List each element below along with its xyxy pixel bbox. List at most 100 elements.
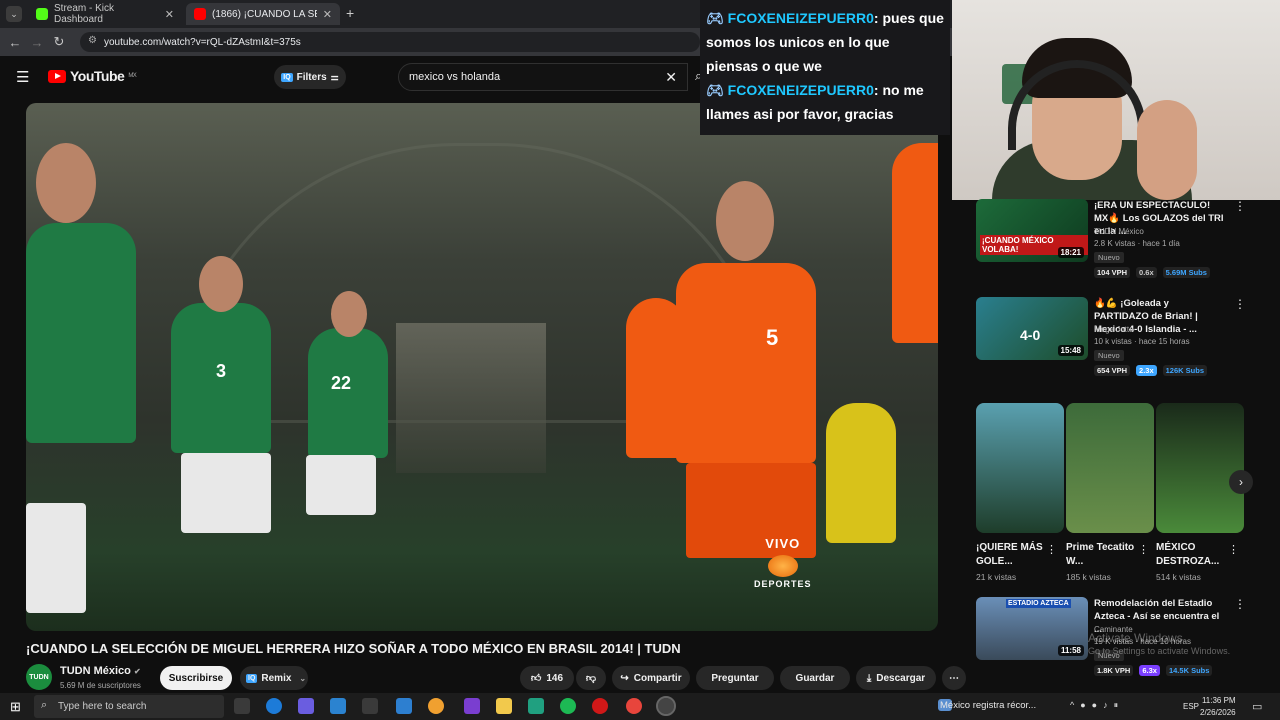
new-tab-button[interactable]: + [346, 5, 354, 21]
related-channel[interactable]: Mega Jotta [1094, 325, 1134, 334]
short-title[interactable]: MÉXICO DESTROZA... [1156, 541, 1236, 569]
search-icon: ⌕ [41, 699, 48, 711]
app-icon[interactable] [528, 698, 544, 714]
channel-avatar[interactable]: TUDN [26, 664, 52, 690]
close-icon[interactable]: ✕ [165, 8, 174, 21]
back-icon[interactable]: ← [4, 35, 26, 50]
more-icon[interactable]: ⋮ [1234, 297, 1246, 311]
video-thumbnail[interactable]: 4-0 15:48 [976, 297, 1088, 360]
more-icon[interactable]: ⋮ [1138, 543, 1149, 556]
ask-button[interactable]: Preguntar [696, 666, 774, 690]
close-icon[interactable]: ✕ [323, 8, 332, 21]
language-indicator[interactable]: ESP [1183, 702, 1199, 711]
menu-icon[interactable]: ☰ [16, 68, 29, 86]
jersey-number: 5 [766, 325, 779, 350]
edge-icon[interactable] [266, 698, 282, 714]
kick-icon [36, 8, 48, 20]
opera-icon[interactable] [592, 698, 608, 714]
taskbar-search-placeholder: Type here to search [58, 701, 147, 712]
jersey-number: 3 [216, 361, 227, 381]
related-video[interactable]: ¡CUANDO MÉXICO VOLABA! 18:21 ¡ERA UN ESP… [976, 199, 1266, 278]
vscode-icon[interactable] [396, 698, 412, 714]
windows-activation-watermark: Activate Windows Go to Settings to activ… [1088, 632, 1230, 658]
video-thumbnail[interactable]: ¡CUANDO MÉXICO VOLABA! 18:21 [976, 199, 1088, 262]
clear-search-icon[interactable]: ✕ [665, 69, 677, 86]
remix-label: Remix [261, 672, 292, 684]
filters-button[interactable]: IQ Filters ⚌ [274, 65, 346, 89]
url-text: youtube.com/watch?v=rQL-dZAstmI&t=375s [104, 36, 301, 48]
short-title[interactable]: ¡QUIERE MÁS GOLE... [976, 541, 1056, 569]
youtube-logo[interactable]: YouTube MX [48, 68, 137, 84]
taskbar-search-input[interactable]: ⌕ Type here to search [34, 695, 224, 718]
obs-icon[interactable] [656, 696, 676, 716]
download-button[interactable]: ⤓ Descargar [856, 666, 936, 690]
site-info-icon[interactable]: ⚙ [88, 35, 97, 46]
player-left [26, 223, 136, 443]
chat-message: 🎮︎ FCOXENEIZEPUERR0: pues que somos los … [706, 6, 944, 78]
short-thumbnail[interactable] [1066, 403, 1154, 533]
tab-youtube[interactable]: (1866) ¡CUANDO LA SELECCIÓ... ✕ [186, 3, 340, 25]
vph-stats: 1.8K VPH 6.3x 14.5K Subs [1094, 665, 1213, 676]
chrome-icon[interactable] [626, 698, 642, 714]
like-count: 146 [546, 672, 564, 684]
related-video[interactable]: 4-0 15:48 🔥💪 ¡Goleada y PARTIDAZO de Bri… [976, 297, 1266, 376]
region-code: MX [128, 73, 137, 79]
more-icon[interactable]: ⋮ [1234, 199, 1246, 213]
tab-kick-dashboard[interactable]: Stream - Kick Dashboard ✕ [28, 3, 182, 25]
related-channel[interactable]: TUDN México [1094, 227, 1144, 236]
more-icon: ⋯ [949, 672, 959, 684]
more-actions-button[interactable]: ⋯ [942, 666, 966, 690]
player-head [199, 256, 243, 312]
notification-icon[interactable]: ▭ [1252, 700, 1262, 713]
player-netherlands-5 [676, 263, 816, 463]
player-right [892, 143, 938, 343]
mail-icon[interactable] [330, 698, 346, 714]
video-player[interactable]: 3 22 5 VIVO DEPORTES [26, 103, 938, 631]
short-thumbnail[interactable] [976, 403, 1064, 533]
app-icon[interactable] [428, 698, 444, 714]
store-icon[interactable] [362, 698, 378, 714]
more-icon[interactable]: ⋮ [1234, 597, 1246, 611]
channel-name[interactable]: TUDN México ✔ [60, 665, 141, 677]
subscribe-button[interactable]: Suscribirse [160, 666, 232, 690]
subscriber-count: 5.69 M de suscriptores [60, 681, 141, 690]
copilot-icon[interactable] [298, 698, 314, 714]
subs-stat: 14.5K Subs [1165, 665, 1213, 676]
like-button[interactable]: 👍︎ 146 [520, 666, 574, 690]
chevron-right-icon: › [1239, 475, 1243, 489]
search-input[interactable]: mexico vs holanda ✕ [398, 63, 688, 91]
remix-button[interactable]: IQ Remix ⌄ [240, 666, 308, 690]
save-button[interactable]: Guardar [780, 666, 850, 690]
reload-icon[interactable]: ↻ [48, 34, 70, 50]
file-explorer-icon[interactable] [496, 698, 512, 714]
more-icon[interactable]: ⋮ [1228, 543, 1239, 556]
short-thumbnail[interactable] [1156, 403, 1244, 533]
url-field[interactable]: ⚙ youtube.com/watch?v=rQL-dZAstmI&t=375s [80, 32, 700, 52]
system-tray-icons[interactable]: ^●●♪⏸ [1070, 700, 1124, 711]
short-title[interactable]: Prime Tecatito W... [1066, 541, 1146, 569]
app-icon[interactable] [464, 698, 480, 714]
task-view-icon[interactable] [234, 698, 250, 714]
video-thumbnail[interactable]: ESTADIO AZTECA 11:58 [976, 597, 1088, 660]
ratio-stat: 6.3x [1139, 665, 1160, 676]
news-widget[interactable]: México registra récor... [940, 700, 1036, 711]
spotify-icon[interactable] [560, 698, 576, 714]
dislike-button[interactable]: 👎︎ [576, 666, 606, 690]
shorts-next-button[interactable]: › [1229, 470, 1253, 494]
windows-start-icon[interactable]: ⊞ [10, 699, 21, 715]
stream-chat-overlay: 🎮︎ FCOXENEIZEPUERR0: pues que somos los … [700, 0, 950, 135]
chevron-down-icon: ⌄ [299, 673, 307, 683]
forward-icon[interactable]: → [26, 35, 48, 50]
thumbnail-text: 4-0 [1020, 327, 1041, 343]
clock-time: 11:36 PM [1201, 696, 1236, 705]
share-button[interactable]: ↪ Compartir [612, 666, 690, 690]
share-label: Compartir [633, 672, 682, 684]
player-shorts [26, 503, 86, 613]
vph-stat: 104 VPH [1094, 267, 1131, 278]
tab-search-button[interactable]: ⌄ [6, 6, 22, 22]
webcam-overlay [952, 0, 1280, 200]
thumbs-up-icon: 👍︎ [530, 673, 542, 684]
vph-stat: 1.8K VPH [1094, 665, 1134, 676]
taskbar-clock[interactable]: 11:36 PM 2/26/2026 [1200, 695, 1236, 719]
more-icon[interactable]: ⋮ [1046, 543, 1057, 556]
